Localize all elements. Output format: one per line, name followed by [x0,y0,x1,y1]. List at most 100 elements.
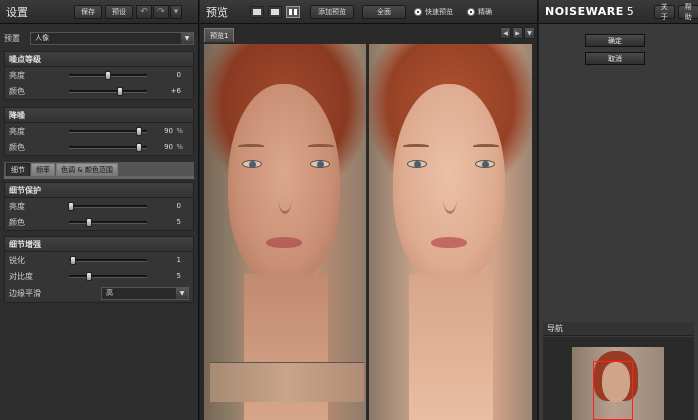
nose-shape [443,184,457,214]
chevron-left-icon[interactable]: ◀ [500,27,511,39]
sharpen-row: 锐化 1 [5,252,193,268]
detail-enhance-section: 细节增强 锐化 1 对比度 5 边缘平滑 高 ▼ [4,236,194,303]
noise-luminance-slider[interactable] [69,70,147,80]
nose-shape [278,184,292,214]
accurate-radio[interactable]: 精确 [467,7,492,17]
menu-arrow-icon[interactable]: ▾ [170,4,182,19]
preset-row: 预置 人像 ▼ [0,29,198,47]
detail-protect-section: 细节保护 亮度 0 颜色 5 [4,182,194,231]
slider-thumb[interactable] [136,142,143,152]
noise-level-section: 噪点等级 亮度 0 颜色 +6 [4,51,194,100]
fast-preview-label: 快速预览 [425,7,453,16]
radio-dot-icon [414,7,422,16]
slider-thumb[interactable] [67,201,74,211]
slider-label: 亮度 [9,201,25,211]
denoise-luminance-slider[interactable] [69,126,147,136]
after-image [369,44,532,420]
noise-luminance-row: 亮度 0 [5,67,193,83]
denoise-color-slider[interactable] [69,142,147,152]
full-screen-button[interactable]: 全面 [362,4,406,19]
denoise-luminance-row: 亮度 90 % [5,123,193,139]
denoise-title: 降噪 [5,108,193,123]
accurate-label: 精确 [478,7,492,16]
protect-luminance-row: 亮度 0 [5,198,193,214]
slider-thumb[interactable] [69,255,76,265]
help-button[interactable]: 帮助 [677,3,698,21]
denoise-color-row: 颜色 90 % [5,139,193,155]
preview-tab-strip: 预览1 ◀ ▶ ▼ [200,24,537,42]
lips-shape [266,237,302,248]
app-logo: NOISEWARE [545,5,624,18]
brow-shape [403,144,429,148]
noise-level-title: 噪点等级 [5,52,193,67]
tab-detail[interactable]: 细节 [6,163,30,176]
preset-label: 预置 [4,33,20,43]
slider-thumb[interactable] [136,126,143,136]
slider-value: 5 [176,272,181,280]
edge-smooth-dropdown[interactable]: 高 ▼ [101,286,189,300]
edge-smooth-label: 边缘平滑 [9,288,41,298]
preview-panel: 预览 添加预览 全面 快速预览 精确 预览1 ◀ ▶ ▼ [200,0,538,420]
edge-smooth-value: 高 [106,289,113,297]
tab-body [4,176,194,179]
save-button[interactable]: 保存 [74,4,102,19]
settings-panel: 设置 保存 预设 ↶ ↷ ▾ 预置 人像 ▼ 噪点等级 亮度 0 颜色 +6 降… [0,0,199,420]
slider-thumb[interactable] [105,70,111,80]
brow-shape [473,144,499,148]
tab-nav: ◀ ▶ ▼ [499,27,535,39]
detail-tabs: 细节 频率 色调 & 颜色范围 [4,162,194,176]
slider-thumb[interactable] [85,271,92,281]
slider-value: 0 [176,202,181,210]
preview-canvas[interactable] [204,44,532,420]
preset-button[interactable]: 预设 [105,4,133,19]
preview-title: 预览 [206,5,228,19]
tab-tone-color[interactable]: 色调 & 颜色范围 [56,163,118,176]
slider-value: 90 [164,127,173,135]
contrast-slider[interactable] [69,271,147,281]
protect-luminance-slider[interactable] [67,201,147,211]
preset-dropdown[interactable]: 人像 ▼ [30,31,194,45]
detail-strip [210,362,364,402]
ok-button[interactable]: 确定 [585,34,645,47]
sharpen-slider[interactable] [69,255,147,265]
slider-label: 颜色 [9,86,25,96]
slider-thumb[interactable] [116,86,123,96]
noise-color-slider[interactable] [69,86,147,96]
single-view-icon[interactable] [250,5,264,18]
brow-shape [238,144,264,148]
redo-icon[interactable]: ↷ [153,4,169,19]
slider-label: 对比度 [9,271,33,281]
tab-preview1[interactable]: 预览1 [204,28,235,42]
chevron-right-icon[interactable]: ▶ [512,27,523,39]
split-horizontal-icon[interactable] [268,5,282,18]
protect-color-slider[interactable] [69,217,147,227]
slider-unit: % [176,127,183,135]
navigator-view-rect[interactable] [593,361,633,420]
eye-shape [475,160,495,168]
detail-enhance-title: 细节增强 [5,237,193,252]
chevron-down-icon: ▼ [181,32,193,44]
slider-label: 颜色 [9,217,25,227]
navigator-panel[interactable] [543,337,694,420]
tab-frequency[interactable]: 频率 [31,163,55,176]
preview-header: 预览 添加预览 全面 快速预览 精确 [200,0,537,24]
slider-label: 亮度 [9,70,25,80]
slider-thumb[interactable] [85,217,92,227]
cancel-button[interactable]: 取消 [585,52,645,65]
preset-value: 人像 [35,34,49,42]
control-panel: NOISEWARE 5 关于 帮助 确定 取消 导航 [539,0,698,420]
slider-label: 亮度 [9,126,25,136]
fast-preview-radio[interactable]: 快速预览 [414,7,453,17]
settings-title: 设置 [6,5,28,19]
about-button[interactable]: 关于 [653,3,675,21]
edge-smooth-row: 边缘平滑 高 ▼ [5,284,193,302]
chevron-down-icon[interactable]: ▼ [524,27,535,39]
slider-label: 颜色 [9,142,25,152]
slider-value: 5 [176,218,181,226]
split-vertical-icon[interactable] [286,5,300,18]
slider-label: 锐化 [9,255,25,265]
eye-shape [242,160,262,168]
add-preview-button[interactable]: 添加预览 [310,4,354,19]
protect-color-row: 颜色 5 [5,214,193,230]
undo-icon[interactable]: ↶ [136,4,152,19]
